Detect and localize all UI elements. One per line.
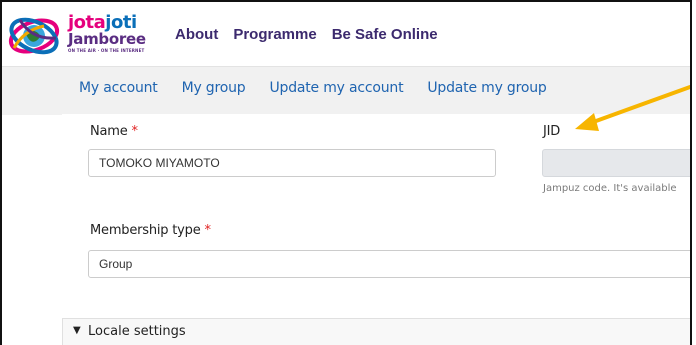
jid-label: JID — [543, 124, 561, 139]
name-label-text: Name — [90, 124, 128, 139]
jid-input — [542, 149, 690, 177]
membership-type-select[interactable]: Group — [88, 250, 690, 278]
locale-settings-toggle[interactable]: ▼ Locale settings — [62, 318, 690, 345]
jotajoti-logo[interactable]: jotajoti Jamboree ON THE AIR · ON THE IN… — [6, 8, 166, 64]
nav-be-safe-online[interactable]: Be Safe Online — [332, 26, 438, 43]
nav-programme[interactable]: Programme — [233, 26, 316, 43]
name-required-mark: * — [131, 124, 139, 139]
subnav-update-my-account[interactable]: Update my account — [269, 80, 403, 96]
logo-jamboree-text: Jamboree — [68, 30, 146, 48]
account-subnav: My account My group Update my account Up… — [2, 66, 690, 115]
jid-help-text: Jampuz code. It's available — [543, 183, 677, 194]
membership-required-mark: * — [204, 223, 211, 238]
membership-type-label: Membership type * — [90, 223, 211, 238]
subnav-update-my-group[interactable]: Update my group — [427, 80, 546, 96]
nav-about[interactable]: About — [175, 26, 218, 43]
site-header: jotajoti Jamboree ON THE AIR · ON THE IN… — [2, 2, 690, 66]
globe-logo-icon — [8, 17, 60, 55]
top-navigation: About Programme Be Safe Online — [175, 26, 438, 43]
disclosure-triangle-icon: ▼ — [73, 325, 81, 336]
membership-type-label-text: Membership type — [90, 223, 201, 238]
name-label: Name * — [90, 124, 138, 139]
subnav-my-account[interactable]: My account — [79, 80, 158, 96]
account-form: Name * JID Jampuz code. It's available M… — [62, 114, 690, 345]
membership-type-value: Group — [99, 257, 133, 271]
logo-tagline: ON THE AIR · ON THE INTERNET — [68, 48, 145, 53]
locale-settings-label: Locale settings — [88, 324, 186, 339]
subnav-my-group[interactable]: My group — [182, 80, 246, 96]
name-input[interactable] — [88, 149, 496, 177]
browser-frame: jotajoti Jamboree ON THE AIR · ON THE IN… — [0, 0, 692, 345]
